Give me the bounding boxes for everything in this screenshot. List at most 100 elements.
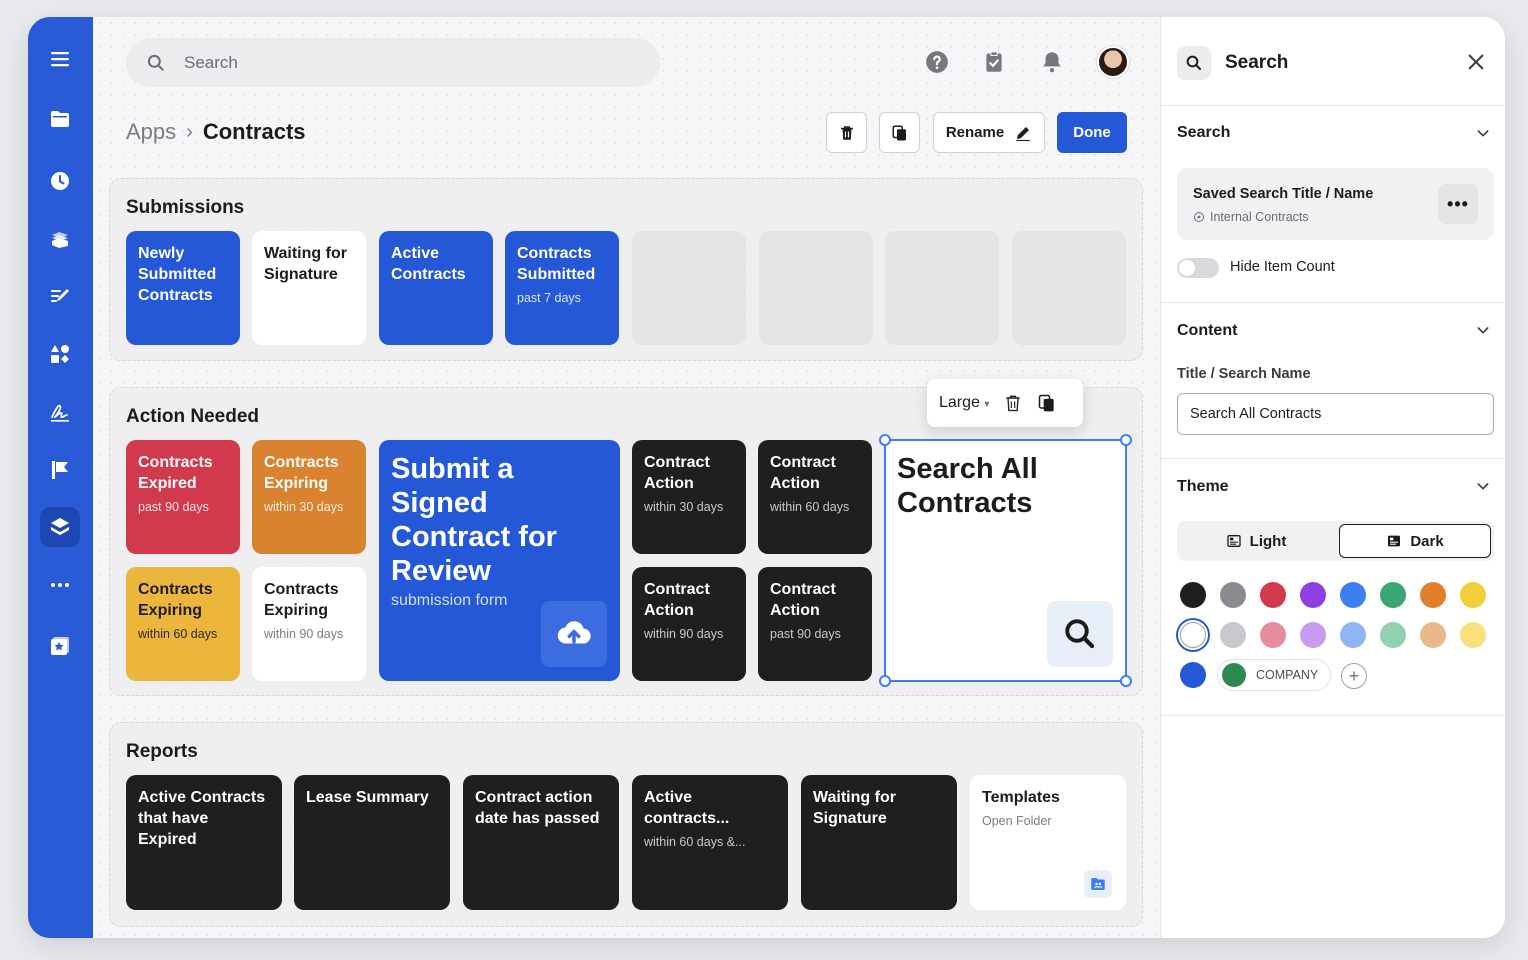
tile-contracts-expired[interactable]: Contracts Expired past 90 days bbox=[126, 440, 240, 554]
light-theme-icon bbox=[1227, 535, 1241, 547]
color-swatch[interactable] bbox=[1300, 582, 1326, 608]
theme-light-label: Light bbox=[1249, 532, 1287, 550]
tile-expiring-30[interactable]: Contracts Expiring within 30 days bbox=[252, 440, 366, 554]
add-color-button[interactable]: + bbox=[1341, 663, 1367, 689]
search-bar[interactable]: Search bbox=[126, 38, 660, 87]
resize-handle[interactable] bbox=[1120, 675, 1132, 687]
report-active-expired[interactable]: Active Contracts that have Expired bbox=[126, 775, 282, 910]
done-button[interactable]: Done bbox=[1057, 112, 1127, 153]
tile-waiting-signature[interactable]: Waiting for Signature bbox=[252, 231, 366, 345]
color-swatch[interactable] bbox=[1220, 582, 1246, 608]
chevron-down-icon[interactable] bbox=[1475, 125, 1491, 141]
edit-list-icon[interactable] bbox=[40, 276, 80, 316]
tile-expiring-90[interactable]: Contracts Expiring within 90 days bbox=[252, 567, 366, 681]
color-swatch[interactable] bbox=[1380, 622, 1406, 648]
tile-subtitle: within 30 days bbox=[264, 500, 344, 514]
report-active-contracts-60[interactable]: Active contracts... within 60 days &... bbox=[632, 775, 788, 910]
apps-layers-icon[interactable] bbox=[40, 507, 80, 547]
tile-subtitle: past 7 days bbox=[517, 291, 581, 305]
empty-slot[interactable] bbox=[632, 231, 746, 345]
tile-action-30[interactable]: Contract Action within 30 days bbox=[632, 440, 746, 554]
tile-submit-signed-contract[interactable]: Submit a Signed Contract for Review subm… bbox=[379, 440, 620, 681]
color-swatch[interactable] bbox=[1260, 622, 1286, 648]
theme-light-button[interactable]: Light bbox=[1180, 524, 1332, 558]
hide-item-count-label: Hide Item Count bbox=[1230, 259, 1335, 275]
color-swatch[interactable] bbox=[1220, 622, 1246, 648]
section-title: Submissions bbox=[126, 197, 245, 218]
tile-active-contracts[interactable]: Active Contracts bbox=[379, 231, 493, 345]
empty-slot[interactable] bbox=[759, 231, 873, 345]
theme-dark-button[interactable]: Dark bbox=[1339, 524, 1491, 558]
company-color-swatch[interactable]: COMPANY bbox=[1217, 659, 1331, 691]
chevron-down-icon[interactable] bbox=[1475, 322, 1491, 338]
report-lease-summary[interactable]: Lease Summary bbox=[294, 775, 450, 910]
delete-button[interactable] bbox=[826, 112, 867, 153]
help-icon[interactable] bbox=[921, 46, 953, 78]
more-icon[interactable] bbox=[40, 565, 80, 605]
tile-title: Contracts Submitted bbox=[517, 245, 596, 283]
signature-icon[interactable] bbox=[40, 392, 80, 432]
color-swatch[interactable] bbox=[1180, 662, 1206, 688]
tile-expiring-60[interactable]: Contracts Expiring within 60 days bbox=[126, 567, 240, 681]
trash-icon[interactable] bbox=[1003, 393, 1023, 413]
size-dropdown[interactable]: Large ▾ bbox=[939, 394, 989, 412]
tile-title: Newly Submitted Contracts bbox=[138, 245, 217, 304]
avatar[interactable] bbox=[1097, 46, 1129, 78]
resize-handle[interactable] bbox=[1120, 434, 1132, 446]
report-waiting-signature[interactable]: Waiting for Signature bbox=[801, 775, 957, 910]
breadcrumb-apps-link[interactable]: Apps bbox=[126, 119, 176, 145]
color-swatch[interactable] bbox=[1460, 582, 1486, 608]
color-swatch[interactable] bbox=[1260, 582, 1286, 608]
resize-handle[interactable] bbox=[879, 675, 891, 687]
tile-action-90[interactable]: Contract Action within 90 days bbox=[632, 567, 746, 681]
folder-icon[interactable] bbox=[40, 99, 80, 139]
color-swatch[interactable] bbox=[1460, 622, 1486, 648]
color-swatch[interactable] bbox=[1300, 622, 1326, 648]
resize-handle[interactable] bbox=[879, 434, 891, 446]
chevron-down-icon[interactable] bbox=[1475, 478, 1491, 494]
hide-item-count-toggle[interactable] bbox=[1177, 258, 1219, 278]
duplicate-button[interactable] bbox=[879, 112, 920, 153]
saved-search-title: Saved Search Title / Name bbox=[1193, 186, 1374, 202]
rename-label: Rename bbox=[945, 124, 1005, 141]
report-templates-folder[interactable]: Templates Open Folder bbox=[970, 775, 1126, 910]
menu-icon[interactable] bbox=[40, 39, 80, 79]
title-search-name-input[interactable] bbox=[1177, 393, 1494, 435]
flag-icon[interactable] bbox=[40, 450, 80, 490]
color-swatch[interactable] bbox=[1180, 582, 1206, 608]
section-title: Reports bbox=[126, 741, 198, 762]
company-label: COMPANY bbox=[1256, 668, 1319, 682]
tile-subtitle: within 30 days bbox=[644, 500, 724, 514]
clock-icon[interactable] bbox=[40, 161, 80, 201]
properties-panel: Search Search Saved Search Title / Name … bbox=[1160, 17, 1505, 938]
color-swatch[interactable] bbox=[1340, 622, 1366, 648]
close-icon[interactable] bbox=[1465, 51, 1487, 73]
color-swatch[interactable] bbox=[1420, 622, 1446, 648]
bell-icon[interactable] bbox=[1036, 46, 1068, 78]
color-swatch[interactable] bbox=[1420, 582, 1446, 608]
color-swatch[interactable] bbox=[1180, 622, 1206, 648]
panel-title: Search bbox=[1225, 52, 1289, 73]
stacked-docs-icon[interactable] bbox=[40, 219, 80, 259]
color-swatch[interactable] bbox=[1380, 582, 1406, 608]
empty-slot[interactable] bbox=[1012, 231, 1126, 345]
rename-button[interactable]: Rename bbox=[933, 112, 1045, 153]
report-action-date-passed[interactable]: Contract action date has passed bbox=[463, 775, 619, 910]
tile-title: Waiting for Signature bbox=[264, 245, 347, 283]
color-swatch[interactable] bbox=[1340, 582, 1366, 608]
tile-newly-submitted[interactable]: Newly Submitted Contracts bbox=[126, 231, 240, 345]
favorites-icon[interactable] bbox=[40, 626, 80, 666]
clipboard-check-icon[interactable] bbox=[978, 46, 1010, 78]
empty-slot[interactable] bbox=[885, 231, 999, 345]
tile-action-past-90[interactable]: Contract Action past 90 days bbox=[758, 567, 872, 681]
copy-icon[interactable] bbox=[1037, 393, 1057, 413]
more-options-button[interactable]: ••• bbox=[1438, 184, 1478, 224]
search-icon bbox=[1177, 46, 1211, 80]
shapes-icon[interactable] bbox=[40, 334, 80, 374]
panel-header: Search bbox=[1177, 46, 1288, 80]
saved-search-card[interactable]: Saved Search Title / Name Internal Contr… bbox=[1177, 168, 1494, 240]
tile-action-60[interactable]: Contract Action within 60 days bbox=[758, 440, 872, 554]
tile-title: Active Contracts bbox=[391, 245, 466, 283]
shared-folder-icon bbox=[1084, 870, 1112, 898]
tile-contracts-submitted[interactable]: Contracts Submitted past 7 days bbox=[505, 231, 619, 345]
